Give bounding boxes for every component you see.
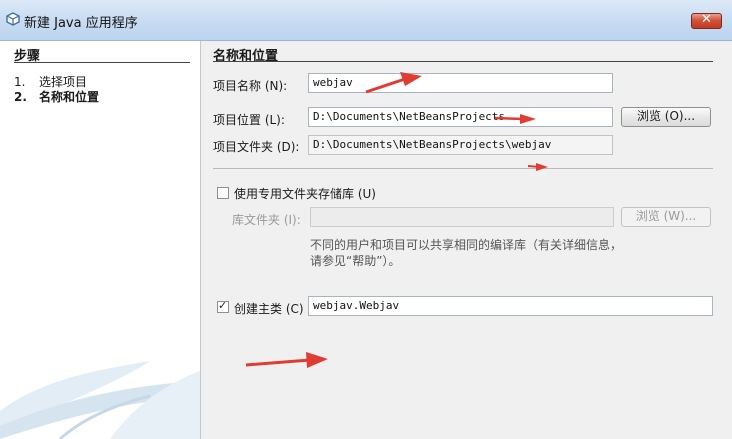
name-location-panel: 名称和位置 项目名称 (N): webjav 项目位置 (L): D:\Docu… (201, 41, 732, 439)
decorative-swoosh-graphic (0, 361, 200, 439)
project-folder-label: 项目文件夹 (D): (213, 140, 300, 154)
dedicated-folder-label: 使用专用文件夹存储库 (U) (234, 187, 376, 201)
steps-panel: 步骤 1. 选择项目 2. 名称和位置 (0, 41, 201, 439)
step-number: 2. (14, 90, 27, 104)
steps-divider (14, 62, 190, 63)
library-folder-label: 库文件夹 (I): (232, 213, 301, 227)
browse-library-button: 浏览 (W)... (621, 207, 711, 227)
separator (213, 168, 713, 169)
close-icon: ✕ (701, 12, 712, 27)
netbeans-cube-icon (6, 12, 20, 26)
close-button[interactable]: ✕ (691, 12, 722, 29)
step-label: 选择项目 (39, 75, 88, 89)
project-location-input[interactable]: D:\Documents\NetBeansProjects (308, 107, 613, 127)
library-folder-input (310, 207, 614, 227)
step-item-name-location: 2. 名称和位置 (14, 88, 99, 105)
main-class-input[interactable]: webjav.Webjav (308, 296, 713, 316)
window-title: 新建 Java 应用程序 (24, 16, 138, 31)
create-main-class-checkbox[interactable] (217, 299, 229, 313)
project-folder-field: D:\Documents\NetBeansProjects\webjav (308, 135, 613, 155)
section-divider (213, 61, 713, 62)
step-number: 1. (14, 75, 26, 89)
dedicated-folder-checkbox[interactable] (217, 187, 229, 199)
create-main-class-label: 创建主类 (C) (234, 302, 304, 316)
library-info-text: 不同的用户和项目可以共享相同的编译库（有关详细信息，请参见“帮助”）。 (310, 238, 623, 268)
project-name-label: 项目名称 (N): (213, 79, 288, 93)
project-name-input[interactable]: webjav (308, 73, 613, 93)
title-bar: 新建 Java 应用程序 ✕ (0, 0, 732, 41)
project-location-label: 项目位置 (L): (213, 113, 285, 127)
browse-location-button[interactable]: 浏览 (O)... (621, 107, 711, 127)
step-label: 名称和位置 (39, 90, 100, 104)
